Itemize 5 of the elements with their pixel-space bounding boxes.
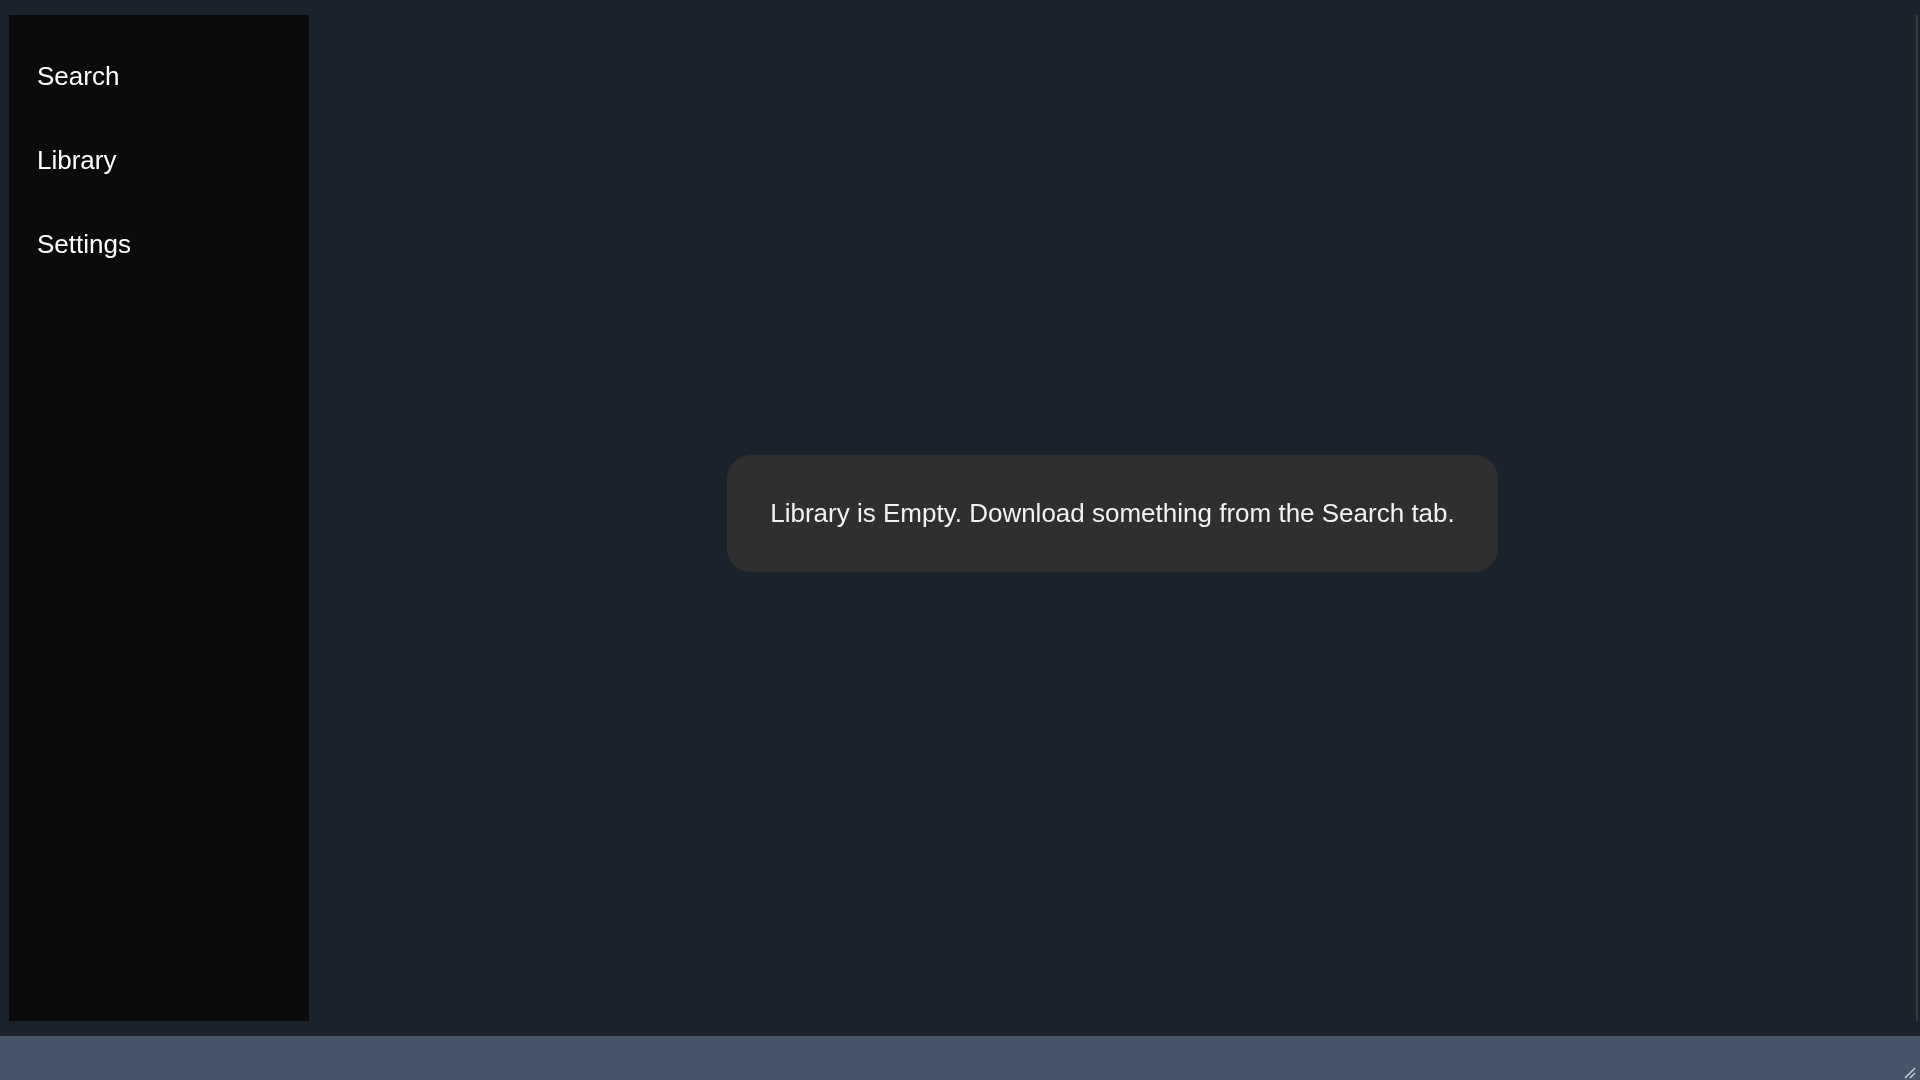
sidebar-item[interactable]: Library — [37, 145, 117, 175]
resize-grip-icon[interactable] — [1902, 1065, 1916, 1079]
sidebar-item[interactable]: Settings — [37, 229, 131, 259]
sidebar-item[interactable]: Search — [37, 61, 120, 91]
empty-library-message: Library is Empty. Download something from the Search tab. — [727, 454, 1498, 572]
